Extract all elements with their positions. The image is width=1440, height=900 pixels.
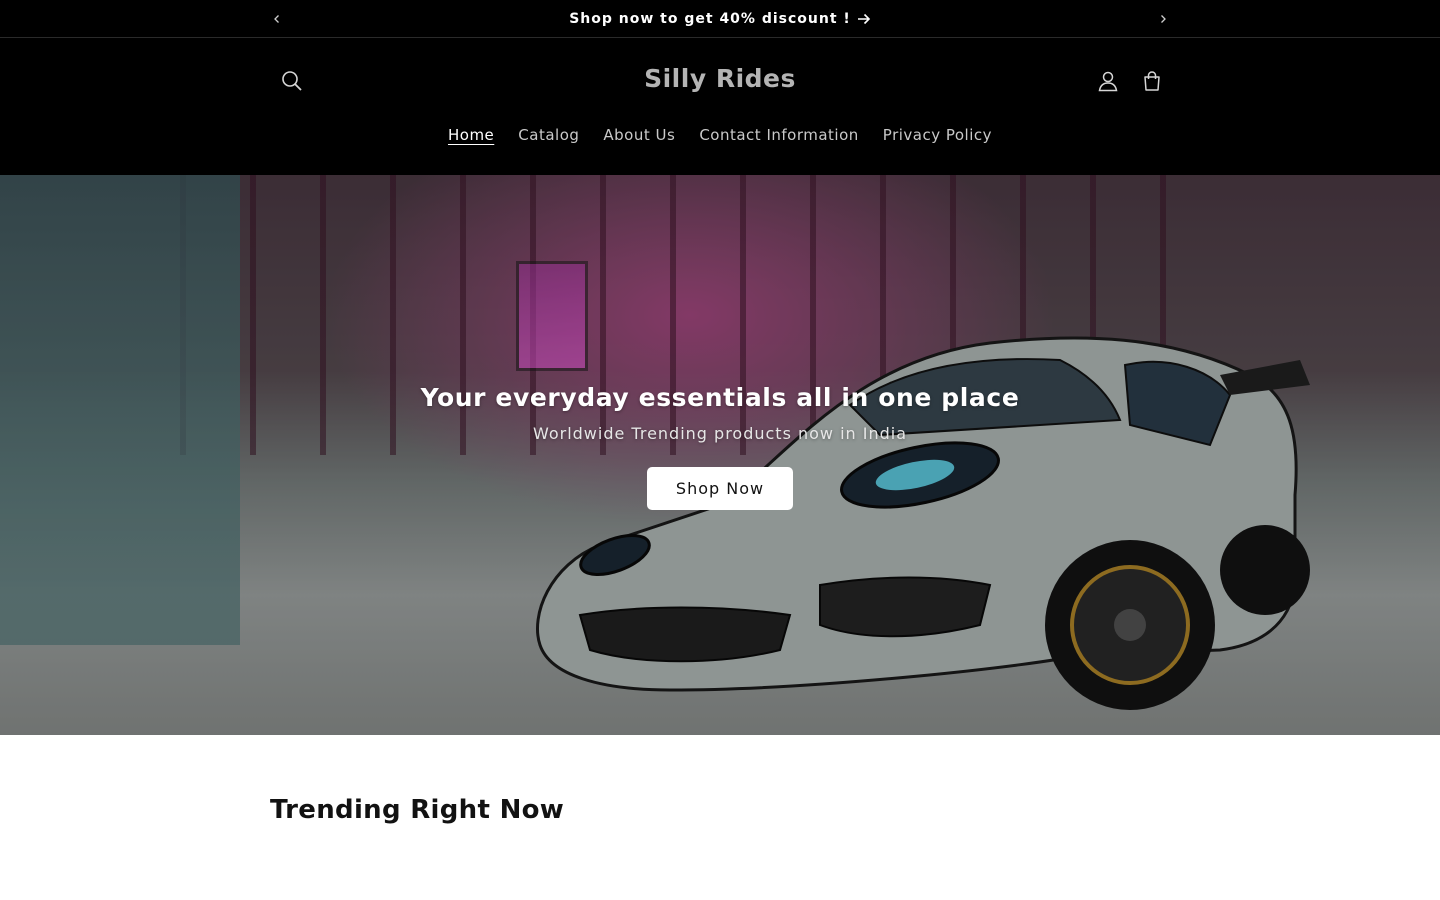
site-logo[interactable]: Silly Rides (0, 64, 1440, 93)
trending-section: Trending Right Now (0, 735, 1440, 825)
arrow-right-icon (857, 13, 870, 24)
announcement-next-button[interactable] (1148, 0, 1178, 38)
chevron-right-icon (1161, 15, 1166, 23)
site-header: Silly Rides Home Catalog About Us Contac… (0, 38, 1440, 175)
announcement-prev-button[interactable] (262, 0, 292, 38)
hero-banner: Your everyday essentials all in one plac… (0, 175, 1440, 735)
account-icon (1098, 71, 1118, 92)
announcement-text: Shop now to get 40% discount ! (569, 10, 851, 27)
trending-heading: Trending Right Now (270, 795, 565, 825)
main-nav: Home Catalog About Us Contact Informatio… (0, 122, 1440, 148)
shop-now-button[interactable]: Shop Now (646, 467, 794, 510)
cart-icon (1144, 71, 1160, 91)
hero-content: Your everyday essentials all in one plac… (0, 383, 1440, 510)
nav-about-us[interactable]: About Us (591, 122, 687, 148)
hero-heading: Your everyday essentials all in one plac… (420, 383, 1020, 412)
account-button[interactable] (1086, 59, 1130, 103)
hero-subheading: Worldwide Trending products now in India (532, 424, 908, 443)
nav-home[interactable]: Home (436, 122, 506, 148)
chevron-left-icon (274, 15, 279, 23)
nav-contact-information[interactable]: Contact Information (687, 122, 870, 148)
announcement-link[interactable]: Shop now to get 40% discount ! (569, 11, 871, 27)
announcement-bar: Shop now to get 40% discount ! (0, 0, 1440, 38)
cart-button[interactable] (1130, 59, 1174, 103)
nav-privacy-policy[interactable]: Privacy Policy (871, 122, 1004, 148)
nav-catalog[interactable]: Catalog (506, 122, 591, 148)
